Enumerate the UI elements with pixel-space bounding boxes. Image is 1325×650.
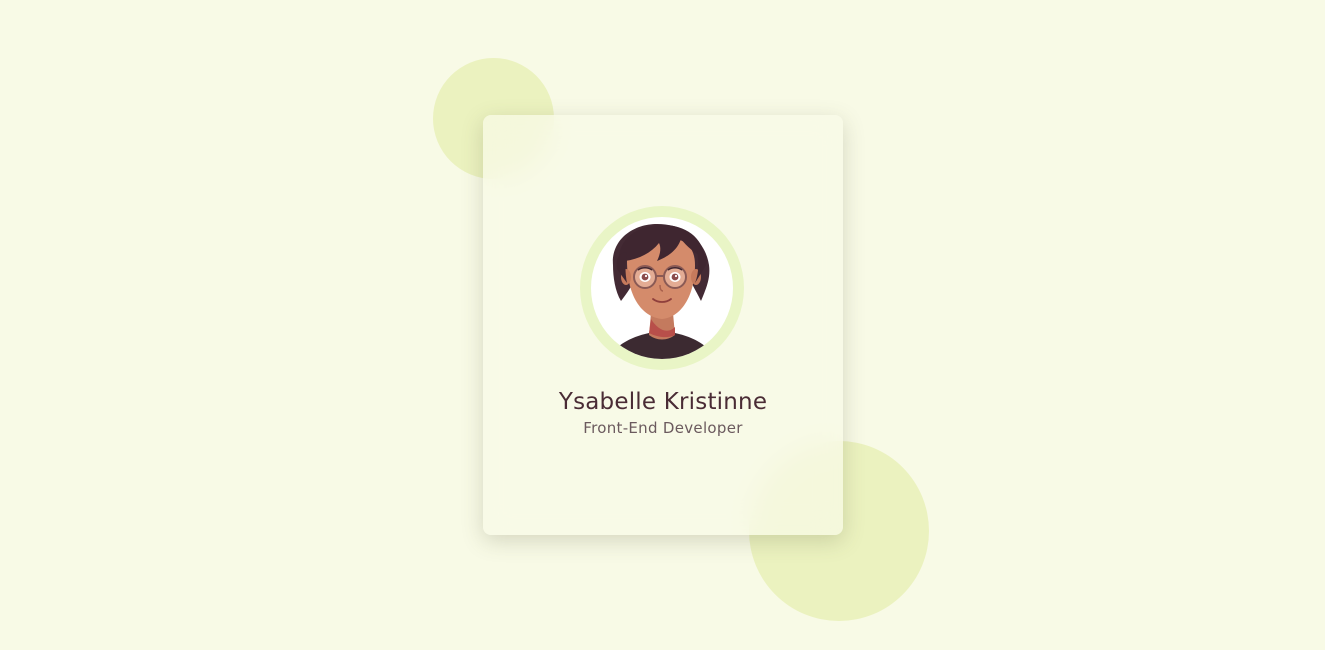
avatar-illustration-icon: [609, 223, 715, 359]
avatar: [591, 217, 733, 359]
profile-role: Front-End Developer: [583, 419, 743, 437]
avatar-ring: [580, 206, 744, 370]
profile-name: Ysabelle Kristinne: [558, 389, 768, 415]
profile-card: Ysabelle Kristinne Front-End Developer: [483, 115, 843, 535]
